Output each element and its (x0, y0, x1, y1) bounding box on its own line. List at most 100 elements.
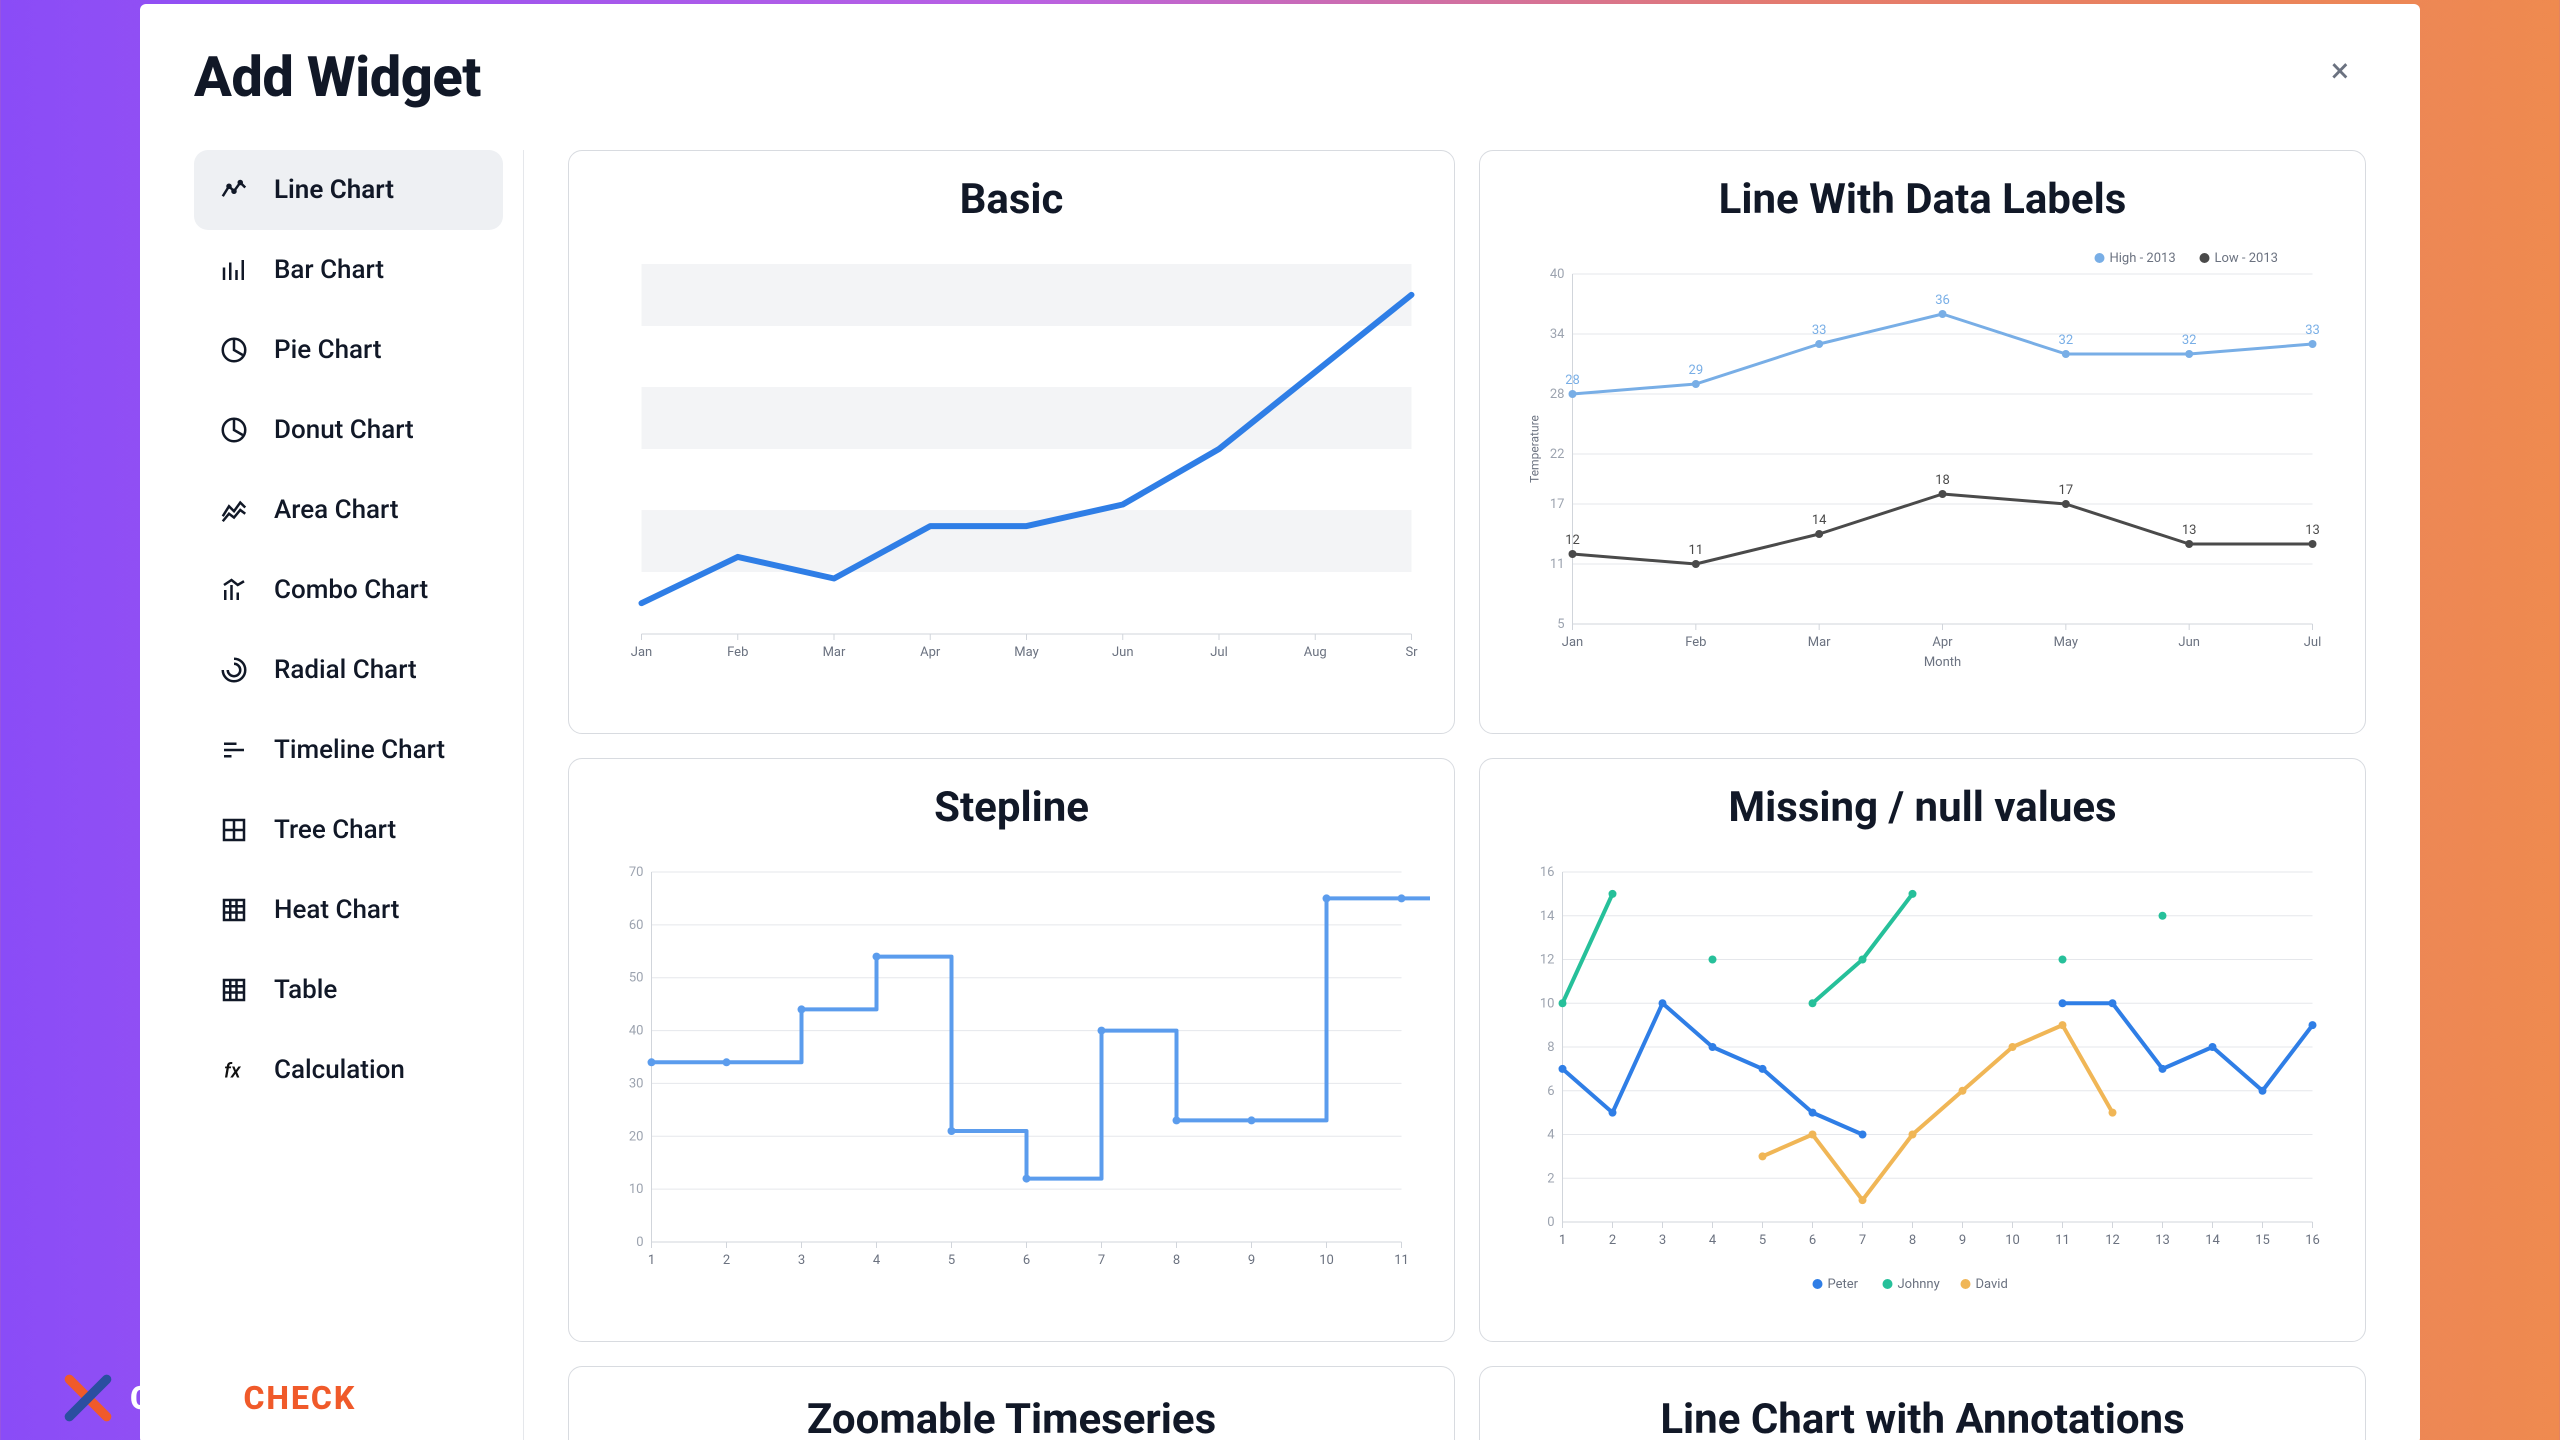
radial-chart-icon (218, 654, 250, 686)
svg-text:16: 16 (2305, 1233, 2320, 1248)
sidebar-item-area-chart[interactable]: Area Chart (194, 470, 503, 550)
sidebar-item-table[interactable]: Table (194, 950, 503, 1030)
svg-text:60: 60 (629, 918, 644, 933)
svg-text:12: 12 (1565, 533, 1580, 548)
svg-text:17: 17 (1550, 497, 1565, 512)
sidebar-item-label: Table (274, 975, 337, 1005)
card-title: Stepline (593, 783, 1430, 832)
svg-text:3: 3 (1659, 1233, 1666, 1248)
card-basic[interactable]: Basic JanFebMarAprMayJunJulAugSr (568, 150, 1455, 734)
svg-text:5: 5 (948, 1253, 955, 1268)
svg-text:6: 6 (1547, 1084, 1554, 1099)
combo-chart-icon (218, 574, 250, 606)
svg-text:Apr: Apr (1932, 635, 1953, 650)
svg-text:7: 7 (1859, 1233, 1866, 1248)
svg-text:13: 13 (2305, 523, 2320, 538)
svg-text:1: 1 (648, 1253, 655, 1268)
svg-text:5: 5 (1557, 617, 1564, 632)
modal-body: Line Chart Bar Chart Pie Chart Donut Cha… (194, 150, 2366, 1440)
sidebar-item-heat-chart[interactable]: Heat Chart (194, 870, 503, 950)
svg-text:14: 14 (1540, 909, 1555, 924)
line-chart-icon (218, 174, 250, 206)
svg-text:17: 17 (2059, 483, 2074, 498)
svg-text:8: 8 (1909, 1233, 1916, 1248)
svg-text:4: 4 (1709, 1233, 1717, 1248)
svg-text:13: 13 (2182, 523, 2197, 538)
svg-text:10: 10 (1540, 996, 1555, 1011)
svg-text:2: 2 (1609, 1233, 1616, 1248)
svg-text:Jul: Jul (1210, 645, 1228, 660)
sidebar-item-timeline-chart[interactable]: Timeline Chart (194, 710, 503, 790)
pie-chart-icon (218, 334, 250, 366)
card-stepline[interactable]: Stepline 0102030405060701234567891011 (568, 758, 1455, 1342)
svg-text:32: 32 (2059, 333, 2074, 348)
svg-text:6: 6 (1023, 1253, 1030, 1268)
svg-text:Jun: Jun (1112, 645, 1134, 660)
svg-text:Jan: Jan (631, 645, 652, 660)
close-button[interactable]: × (2320, 54, 2360, 94)
sidebar-item-label: Combo Chart (274, 575, 428, 605)
svg-text:Jul: Jul (2304, 635, 2322, 650)
svg-text:11: 11 (2055, 1233, 2070, 1248)
svg-text:18: 18 (1935, 473, 1950, 488)
svg-text:Feb: Feb (727, 645, 748, 660)
svg-text:Temperature: Temperature (1528, 415, 1542, 483)
svg-text:Peter: Peter (1828, 1277, 1859, 1292)
sidebar-item-label: Heat Chart (274, 895, 399, 925)
card-zoomable-timeseries[interactable]: Zoomable Timeseries (568, 1366, 1455, 1440)
svg-text:1: 1 (1559, 1233, 1566, 1248)
sidebar-item-bar-chart[interactable]: Bar Chart (194, 230, 503, 310)
card-missing-null-values[interactable]: Missing / null values 024681012141612345… (1479, 758, 2366, 1342)
heat-chart-icon (218, 894, 250, 926)
svg-text:28: 28 (1550, 387, 1565, 402)
sidebar-item-radial-chart[interactable]: Radial Chart (194, 630, 503, 710)
svg-text:Jun: Jun (2178, 635, 2200, 650)
donut-chart-icon (218, 414, 250, 446)
svg-text:11: 11 (1689, 543, 1704, 558)
svg-text:fx: fx (224, 1059, 242, 1083)
card-title: Zoomable Timeseries (593, 1395, 1430, 1440)
bar-chart-icon (218, 254, 250, 286)
svg-text:Mar: Mar (1808, 635, 1831, 650)
sidebar-item-label: Timeline Chart (274, 735, 445, 765)
svg-text:33: 33 (1812, 323, 1827, 338)
svg-text:4: 4 (1547, 1128, 1555, 1143)
chart-template-grid: Basic JanFebMarAprMayJunJulAugSr Line Wi… (568, 150, 2366, 1440)
svg-text:2: 2 (1547, 1171, 1554, 1186)
card-line-with-data-labels[interactable]: Line With Data Labels 5111722283440JanFe… (1479, 150, 2366, 734)
sidebar-item-line-chart[interactable]: Line Chart (194, 150, 503, 230)
svg-text:12: 12 (1540, 953, 1555, 968)
timeline-chart-icon (218, 734, 250, 766)
sidebar-item-label: Radial Chart (274, 655, 417, 685)
calculation-icon: fx (218, 1054, 250, 1086)
svg-text:36: 36 (1935, 293, 1950, 308)
svg-text:30: 30 (629, 1076, 644, 1091)
svg-text:Month: Month (1924, 655, 1961, 670)
svg-text:6: 6 (1809, 1233, 1816, 1248)
chart-preview-basic: JanFebMarAprMayJunJulAugSr (593, 244, 1430, 684)
svg-text:Low - 2013: Low - 2013 (2215, 251, 2278, 266)
svg-text:David: David (1976, 1277, 2008, 1292)
card-title: Line Chart with Annotations (1504, 1395, 2341, 1440)
sidebar-item-label: Donut Chart (274, 415, 414, 445)
svg-text:4: 4 (873, 1253, 881, 1268)
svg-text:20: 20 (629, 1129, 644, 1144)
svg-text:Jan: Jan (1562, 635, 1583, 650)
svg-text:10: 10 (1319, 1253, 1334, 1268)
sidebar-item-pie-chart[interactable]: Pie Chart (194, 310, 503, 390)
svg-text:9: 9 (1248, 1253, 1255, 1268)
sidebar-item-tree-chart[interactable]: Tree Chart (194, 790, 503, 870)
sidebar-item-label: Area Chart (274, 495, 399, 525)
card-line-chart-with-annotations[interactable]: Line Chart with Annotations (1479, 1366, 2366, 1440)
sidebar-item-label: Bar Chart (274, 255, 384, 285)
sidebar-item-donut-chart[interactable]: Donut Chart (194, 390, 503, 470)
svg-text:16: 16 (1540, 865, 1555, 880)
tree-chart-icon (218, 814, 250, 846)
brand-watermark: CROSSCHECK (60, 1370, 356, 1426)
chart-preview-missing: 024681012141612345678910111213141516Pete… (1504, 852, 2341, 1292)
add-widget-modal: × Add Widget Line Chart Bar Chart Pie Ch… (140, 4, 2420, 1440)
svg-text:May: May (2054, 635, 2078, 650)
svg-text:Feb: Feb (1685, 635, 1706, 650)
sidebar-item-combo-chart[interactable]: Combo Chart (194, 550, 503, 630)
sidebar-item-calculation[interactable]: fx Calculation (194, 1030, 503, 1110)
